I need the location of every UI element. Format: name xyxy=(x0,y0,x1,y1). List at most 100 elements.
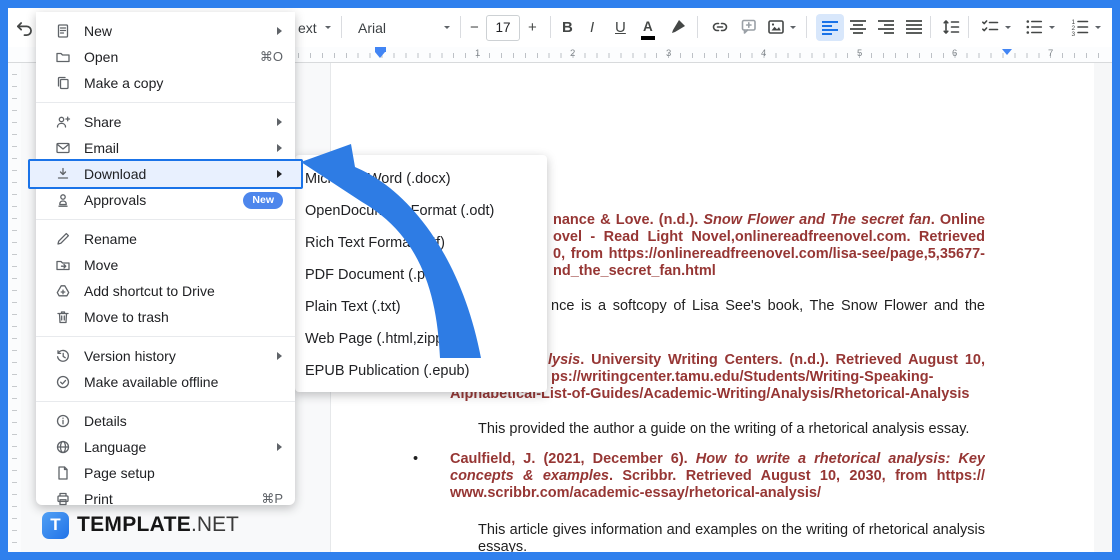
ruler-ticks xyxy=(298,53,1110,58)
insert-link-button[interactable] xyxy=(710,17,730,42)
menu-item-print[interactable]: Print ⌘P xyxy=(36,486,295,512)
citation-line: concepts & examples. Scribbr. Retrieved … xyxy=(450,468,985,484)
person-add-icon xyxy=(56,116,71,128)
download-submenu: Microsoft Word (.docx) OpenDocument Form… xyxy=(295,155,547,392)
svg-text:3: 3 xyxy=(1072,31,1076,37)
checklist-button[interactable] xyxy=(980,17,1000,42)
folder-open-icon xyxy=(56,52,70,63)
new-badge: New xyxy=(243,191,283,209)
numbered-list-button[interactable]: 123 xyxy=(1070,17,1090,42)
menu-item-language[interactable]: Language xyxy=(36,434,295,460)
menu-item-rename[interactable]: Rename xyxy=(36,226,295,252)
menu-item-microsoft-word[interactable]: Microsoft Word (.docx) xyxy=(295,163,547,195)
menu-item-epub[interactable]: EPUB Publication (.epub) xyxy=(295,355,547,387)
logo-text-light: .NET xyxy=(191,513,239,536)
citation-line: ps://writingcenter.tamu.edu/Students/Wri… xyxy=(551,369,934,385)
font-size-increase-button[interactable]: + xyxy=(528,18,537,38)
chevron-down-icon xyxy=(325,26,331,32)
align-right-button[interactable] xyxy=(876,17,896,42)
menu-item-make-a-copy[interactable]: Make a copy xyxy=(36,70,295,96)
insert-image-button[interactable] xyxy=(766,17,786,42)
justify-button[interactable] xyxy=(904,17,924,42)
submenu-arrow-icon xyxy=(277,443,286,451)
menu-item-rich-text[interactable]: Rich Text Format (.rtf) xyxy=(295,227,547,259)
menu-item-add-shortcut-to-drive[interactable]: Add shortcut to Drive xyxy=(36,278,295,304)
ruler-number: 2 xyxy=(570,48,576,59)
offline-check-icon xyxy=(56,375,70,389)
menu-item-download[interactable]: Download xyxy=(28,159,303,189)
menu-item-details[interactable]: Details xyxy=(36,408,295,434)
approval-icon xyxy=(58,194,68,207)
submenu-arrow-icon xyxy=(277,144,286,152)
new-document-icon xyxy=(57,24,69,38)
chevron-down-icon xyxy=(1049,26,1055,32)
current-text-color-swatch xyxy=(641,36,655,40)
bulleted-list-button[interactable] xyxy=(1024,17,1044,42)
paragraph-line: This article gives information and examp… xyxy=(478,522,985,538)
align-left-button[interactable] xyxy=(816,14,844,41)
file-menu: New Open ⌘O Make a copy Share Email Downl… xyxy=(28,12,303,507)
highlighter-icon[interactable] xyxy=(668,17,688,42)
add-comment-button[interactable] xyxy=(739,17,759,42)
template-net-logo: T TEMPLATE .NET xyxy=(42,510,239,540)
chevron-down-icon xyxy=(1095,26,1101,32)
ruler-number: 6 xyxy=(952,48,958,59)
logo-text-bold: TEMPLATE xyxy=(77,513,192,536)
font-size-input[interactable]: 17 xyxy=(486,15,520,41)
text-color-button[interactable]: A xyxy=(641,19,655,40)
menu-item-new[interactable]: New xyxy=(36,18,295,44)
underline-button[interactable]: U xyxy=(615,18,626,38)
vertical-ruler xyxy=(8,62,21,552)
ruler-number: 7 xyxy=(1048,48,1054,59)
citation-line: nance & Love. (n.d.). Snow Flower and Th… xyxy=(553,212,985,228)
citation-line: lysis. University Writing Centers. (n.d.… xyxy=(548,352,985,368)
align-center-button[interactable] xyxy=(848,17,868,42)
download-icon xyxy=(57,167,69,179)
bold-button[interactable]: B xyxy=(562,18,573,38)
ruler-number: 3 xyxy=(666,48,672,59)
menu-item-make-available-offline[interactable]: Make available offline xyxy=(36,369,295,395)
font-family-dropdown[interactable]: Arial xyxy=(358,20,386,36)
menu-item-version-history[interactable]: Version history xyxy=(36,343,295,369)
ruler-number: 1 xyxy=(475,48,481,59)
citation-line: nd_the_secret_fan.html xyxy=(553,263,716,279)
menu-item-web-page[interactable]: Web Page (.html,zipped) xyxy=(295,323,547,355)
menu-item-share[interactable]: Share xyxy=(36,109,295,135)
submenu-arrow-icon xyxy=(277,27,286,35)
page-icon xyxy=(58,466,68,480)
history-icon xyxy=(56,349,69,362)
menu-item-plain-text[interactable]: Plain Text (.txt) xyxy=(295,291,547,323)
menu-item-pdf[interactable]: PDF Document (.pdf) xyxy=(295,259,547,291)
undo-button[interactable] xyxy=(14,17,36,44)
scrollbar-track[interactable] xyxy=(1094,62,1112,552)
printer-icon xyxy=(57,492,69,506)
font-size-decrease-button[interactable]: − xyxy=(470,18,479,38)
ruler-number: 5 xyxy=(857,48,863,59)
info-icon xyxy=(56,414,70,428)
submenu-arrow-icon xyxy=(277,170,286,178)
menu-item-page-setup[interactable]: Page setup xyxy=(36,460,295,486)
menu-item-move-to-trash[interactable]: Move to trash xyxy=(36,304,295,330)
citation-line: Caulfield, J. (2021, December 6). How to… xyxy=(450,451,985,467)
menu-item-email[interactable]: Email xyxy=(36,135,295,161)
paragraph-style-dropdown[interactable]: ext xyxy=(298,20,317,36)
submenu-arrow-icon xyxy=(277,118,286,126)
menu-item-move[interactable]: Move xyxy=(36,252,295,278)
ruler-number: 4 xyxy=(761,48,767,59)
menu-item-opendocument[interactable]: OpenDocument Format (.odt) xyxy=(295,195,547,227)
chevron-down-icon xyxy=(790,26,796,32)
line-spacing-button[interactable] xyxy=(941,17,961,42)
trash-icon xyxy=(57,311,69,324)
chevron-down-icon xyxy=(1005,26,1011,32)
right-indent-marker[interactable] xyxy=(1002,49,1012,60)
drive-add-icon xyxy=(56,285,70,297)
envelope-icon xyxy=(56,142,70,154)
menu-item-approvals[interactable]: Approvals New xyxy=(36,187,295,213)
italic-button[interactable]: I xyxy=(590,18,594,38)
citation-line: www.scribbr.com/academic-essay/rhetorica… xyxy=(450,485,822,501)
globe-icon xyxy=(56,440,70,454)
first-line-indent-marker[interactable] xyxy=(375,52,385,63)
menu-item-open[interactable]: Open ⌘O xyxy=(36,44,295,70)
chevron-down-icon xyxy=(444,26,450,32)
pencil-icon xyxy=(57,232,70,245)
